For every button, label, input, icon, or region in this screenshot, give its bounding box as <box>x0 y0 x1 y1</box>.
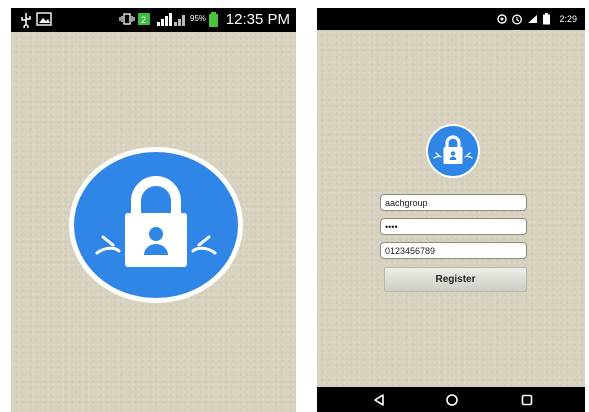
status-bar: 2:29 <box>317 8 585 30</box>
alarm-icon <box>512 14 522 25</box>
vibrate-icon <box>119 13 135 25</box>
svg-text:2: 2 <box>141 15 146 25</box>
recents-icon[interactable] <box>520 393 534 407</box>
register-button[interactable]: Register <box>384 267 527 292</box>
battery-percent: 95% <box>190 14 207 23</box>
battery-icon <box>543 13 550 25</box>
register-background: Register <box>317 30 585 387</box>
padlock-logo <box>426 124 480 178</box>
image-icon <box>36 12 52 26</box>
status-bar: 2 95% 12:35 PM <box>11 8 296 32</box>
navigation-bar <box>317 387 585 412</box>
status-time: 2:29 <box>559 14 577 24</box>
home-icon[interactable] <box>445 393 459 407</box>
signal-icon <box>157 13 185 26</box>
phone-input[interactable] <box>380 242 527 259</box>
signal-icon <box>528 15 537 23</box>
padlock-logo <box>69 147 243 303</box>
back-icon[interactable] <box>372 393 386 407</box>
username-input[interactable] <box>380 194 527 211</box>
splash-screen: 2 95% 12:35 PM <box>11 8 296 412</box>
register-screen: 2:29 Register <box>317 8 585 412</box>
usb-icon <box>21 13 31 28</box>
battery-icon <box>209 12 218 27</box>
splash-background <box>11 32 296 412</box>
password-input[interactable] <box>380 218 527 235</box>
location-icon <box>497 14 507 24</box>
status-time: 12:35 PM <box>225 11 290 28</box>
notification-icon: 2 <box>138 13 150 25</box>
